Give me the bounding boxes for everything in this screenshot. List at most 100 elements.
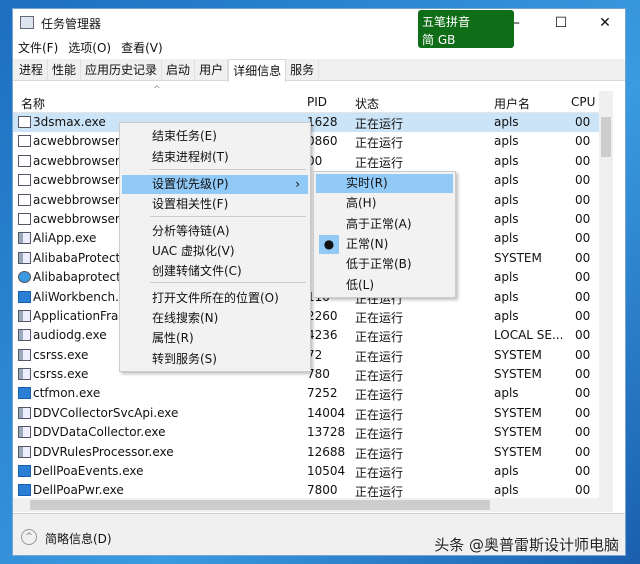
process-name: csrss.exe	[33, 367, 89, 382]
scroll-thumb[interactable]	[30, 500, 490, 510]
priority-item[interactable]: 低于正常(B)	[316, 255, 453, 274]
chevron-up-icon[interactable]: ^	[21, 529, 37, 545]
title-bar: 任务管理器 — ☐ ✕	[13, 9, 625, 37]
priority-item[interactable]: ● 正常(N)	[316, 234, 453, 254]
process-user: SYSTEM	[494, 405, 542, 420]
process-icon	[18, 368, 31, 381]
ime-toolbar[interactable]: 五笔拼音 简 GB	[418, 10, 514, 48]
table-row[interactable]: DDVCollectorSvcApi.exe 14004 正在运行 SYSTEM…	[13, 404, 599, 423]
process-status: 正在运行	[355, 136, 404, 151]
process-cpu: 00	[575, 270, 591, 285]
process-icon	[18, 154, 31, 167]
context-menu-item[interactable]: 结束任务(E)	[122, 127, 308, 146]
table-row[interactable]: DellPoaPwr.exe 7800 正在运行 apls 00	[13, 481, 599, 498]
footer: ^ 简略信息(D) 头条 @奥普雷斯设计师电脑	[13, 513, 625, 555]
context-menu-item[interactable]: 打开文件所在的位置(O)	[122, 289, 308, 308]
process-icon	[18, 290, 31, 303]
tab-processes[interactable]: 进程	[15, 59, 49, 80]
watermark: 头条 @奥普雷斯设计师电脑	[434, 536, 619, 554]
col-user[interactable]: 用户名	[494, 95, 530, 112]
tab-startup[interactable]: 启动	[162, 59, 196, 80]
context-menu-item[interactable]: 转到服务(S)	[122, 350, 308, 369]
process-cpu: 00	[575, 328, 591, 343]
menu-item-label: 结束进程树(T)	[152, 150, 229, 164]
process-icon	[18, 116, 31, 128]
priority-item[interactable]: 高于正常(A)	[316, 215, 453, 234]
brief-info-button[interactable]: 简略信息(D)	[45, 530, 112, 547]
priority-item[interactable]: 实时(R)	[316, 174, 453, 193]
tab-bar: 进程 性能 应用历史记录 启动 用户 详细信息 服务	[13, 59, 625, 82]
context-menu-item[interactable]: UAC 虚拟化(V)	[122, 242, 308, 261]
priority-item[interactable]: 低(L)	[316, 276, 453, 295]
tab-app-history[interactable]: 应用历史记录	[81, 59, 163, 80]
process-cpu: 00	[575, 347, 591, 362]
process-icon	[18, 212, 31, 225]
process-user: apls	[494, 308, 519, 323]
process-icon	[18, 426, 31, 439]
process-cpu: 00	[575, 231, 591, 246]
process-pid: 14004	[307, 405, 346, 420]
process-icon	[18, 406, 31, 419]
table-row[interactable]: DDVRulesProcessor.exe 12688 正在运行 SYSTEM …	[13, 443, 599, 462]
scroll-thumb[interactable]	[601, 117, 611, 157]
menu-separator	[150, 216, 306, 217]
process-cpu: 00	[575, 405, 591, 420]
table-row[interactable]: DellPoaEvents.exe 10504 正在运行 apls 00	[13, 462, 599, 481]
col-status[interactable]: 状态	[355, 95, 379, 112]
col-name[interactable]: 名称	[21, 95, 45, 112]
ime-options[interactable]: 简 GB	[422, 31, 455, 48]
process-user: apls	[494, 134, 519, 149]
context-menu-item[interactable]: 在线搜索(N)	[122, 309, 308, 328]
menu-item-label: 高(H)	[346, 196, 377, 211]
maximize-button[interactable]: ☐	[539, 9, 583, 37]
tab-users[interactable]: 用户	[195, 59, 229, 80]
horizontal-scrollbar[interactable]	[13, 498, 613, 512]
table-row[interactable]: ctfmon.exe 7252 正在运行 apls 00	[13, 384, 599, 403]
table-row[interactable]: DDVDataCollector.exe 13728 正在运行 SYSTEM 0…	[13, 423, 599, 442]
menu-item-label: 结束任务(E)	[152, 129, 217, 143]
process-name: DDVDataCollector.exe	[33, 425, 166, 440]
menu-item-label: 设置相关性(F)	[152, 197, 229, 211]
tab-services[interactable]: 服务	[286, 59, 320, 80]
process-pid: 0860	[307, 134, 338, 149]
menu-file[interactable]: 文件(F)	[18, 39, 58, 56]
process-name: csrss.exe	[33, 347, 89, 362]
process-status: 正在运行	[355, 407, 404, 422]
menu-item-label: 设置优先级(P)	[152, 177, 229, 191]
process-status: 正在运行	[355, 349, 404, 364]
ime-mode[interactable]: 五笔拼音	[422, 13, 470, 30]
col-pid[interactable]: PID	[307, 95, 327, 109]
menu-item-label: 属性(R)	[152, 331, 194, 345]
context-menu-item[interactable]: 设置优先级(P) ›	[122, 175, 308, 194]
process-name: DDVRulesProcessor.exe	[33, 444, 174, 459]
context-menu-item[interactable]: 属性(R)	[122, 329, 308, 348]
priority-item[interactable]: 高(H)	[316, 194, 453, 213]
close-button[interactable]: ✕	[583, 9, 627, 37]
process-icon	[18, 193, 31, 206]
context-menu-item[interactable]: 设置相关性(F)	[122, 195, 308, 214]
context-menu-item[interactable]: 结束进程树(T)	[122, 148, 308, 167]
menu-item-label: 创建转储文件(C)	[152, 264, 242, 278]
process-user: SYSTEM	[494, 444, 542, 459]
process-status: 正在运行	[355, 155, 404, 170]
vertical-scrollbar[interactable]	[599, 91, 613, 498]
tab-performance[interactable]: 性能	[48, 59, 82, 80]
tab-details[interactable]: 详细信息	[228, 59, 287, 82]
context-menu: 结束任务(E) 结束进程树(T) 设置优先级(P) › 设置相关性(F) 分析等待链(A)…	[119, 122, 311, 372]
menu-item-label: 正常(N)	[346, 236, 389, 251]
process-cpu: 00	[575, 192, 591, 207]
process-icon	[18, 135, 31, 148]
context-menu-item[interactable]: 分析等待链(A)	[122, 222, 308, 241]
menu-view[interactable]: 查看(V)	[121, 39, 163, 56]
process-status: 正在运行	[355, 117, 404, 131]
process-user: apls	[494, 386, 519, 401]
menu-options[interactable]: 选项(O)	[68, 39, 111, 56]
context-menu-item[interactable]: 创建转储文件(C)	[122, 262, 308, 281]
process-status: 正在运行	[355, 427, 404, 442]
col-cpu[interactable]: CPU	[571, 95, 595, 109]
process-icon	[18, 271, 31, 284]
menu-item-label: 打开文件所在的位置(O)	[152, 291, 279, 305]
process-user: apls	[494, 115, 519, 129]
process-cpu: 00	[575, 425, 591, 440]
process-cpu: 00	[575, 250, 591, 265]
